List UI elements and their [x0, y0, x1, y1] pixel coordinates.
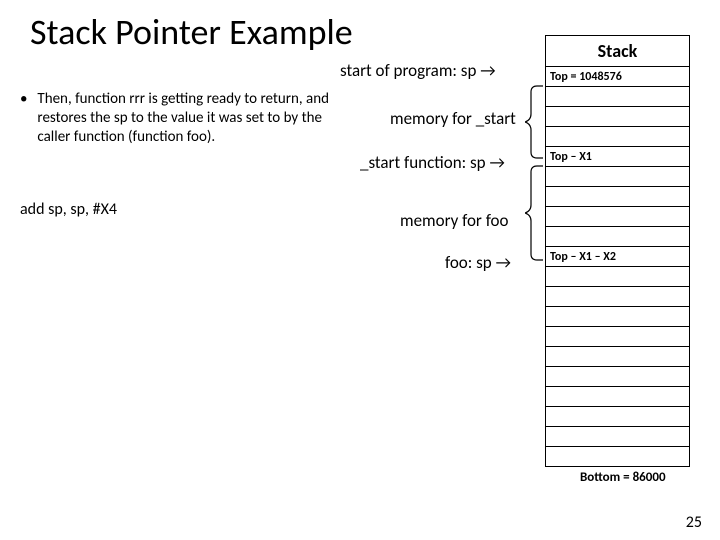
- label-memory-for-start: memory for _start: [390, 108, 516, 129]
- stack-cell: [546, 87, 690, 107]
- stack-cell: [546, 167, 690, 187]
- stack-cell: [546, 327, 690, 347]
- stack-bottom-label: Bottom = 86000: [580, 470, 666, 485]
- label-start-function-sp: _start function: sp →: [360, 152, 505, 173]
- stack-table: Stack Top = 1048576 Top – X1 Top – X1 – …: [545, 35, 690, 467]
- bracket-memory-foo: [525, 164, 547, 262]
- slide-number: 25: [686, 513, 702, 532]
- stack-cell: Top – X1 – X2: [546, 247, 690, 267]
- stack-cell: [546, 347, 690, 367]
- bullet-text: Then, function rrr is getting ready to r…: [37, 90, 337, 146]
- stack-cell: [546, 447, 690, 467]
- stack-cell: [546, 307, 690, 327]
- stack-cell: [546, 207, 690, 227]
- stack-cell: [546, 387, 690, 407]
- stack-cell: [546, 107, 690, 127]
- slide-title: Stack Pointer Example: [30, 10, 353, 54]
- bracket-memory-start: [525, 84, 547, 160]
- stack-cell: [546, 127, 690, 147]
- stack-cell: [546, 427, 690, 447]
- stack-cell: [546, 407, 690, 427]
- stack-cell: [546, 367, 690, 387]
- label-foo-sp: foo: sp →: [445, 252, 511, 273]
- stack-cell: Top – X1: [546, 147, 690, 167]
- label-start-of-program: start of program: sp →: [340, 60, 496, 81]
- stack-cell: [546, 267, 690, 287]
- label-memory-for-foo: memory for foo: [400, 210, 508, 231]
- stack-cell: [546, 287, 690, 307]
- assembly-instruction: add sp, sp, #X4: [20, 200, 117, 219]
- bullet-dot: •: [20, 90, 34, 109]
- bullet-paragraph: • Then, function rrr is getting ready to…: [20, 90, 350, 146]
- stack-cell: [546, 187, 690, 207]
- stack-cell: Top = 1048576: [546, 67, 690, 87]
- stack-cell: [546, 227, 690, 247]
- stack-header: Stack: [546, 36, 690, 67]
